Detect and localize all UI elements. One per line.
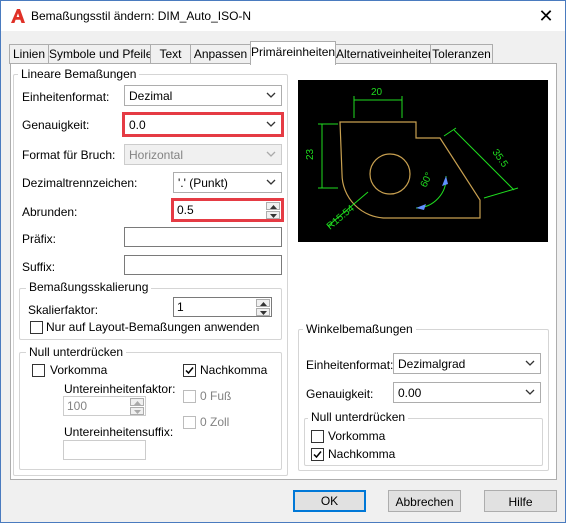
spin-down-button[interactable] [256, 308, 270, 316]
round-off-spinner[interactable] [266, 202, 280, 219]
layout-only-checkbox[interactable] [30, 321, 43, 334]
autocad-logo-icon [11, 9, 25, 23]
round-off-label: Abrunden: [22, 205, 78, 219]
checkmark-icon [185, 367, 194, 375]
arrow-up-icon [134, 401, 141, 405]
prefix-input[interactable] [124, 227, 282, 247]
scale-factor-spinner[interactable] [256, 299, 270, 316]
suffix-label: Suffix: [22, 260, 56, 274]
arrow-down-icon [260, 311, 267, 315]
chevron-down-icon [266, 121, 276, 127]
preview-dim-20: 20 [371, 87, 383, 98]
preview-dim-35-5: 35.5 [490, 147, 510, 170]
suffix-input[interactable] [124, 255, 282, 275]
preview-arrow-icon [442, 176, 448, 186]
zero-suppression-title: Null unterdrücken [26, 345, 127, 359]
spin-down-button[interactable] [130, 407, 144, 415]
help-button[interactable]: Hilfe [484, 490, 557, 512]
chevron-down-icon [266, 151, 276, 157]
preview-pane: 20 23 35.5 60° R15.54 [298, 80, 548, 242]
arrow-up-icon [260, 302, 267, 306]
chevron-down-icon [266, 179, 276, 185]
sub-unit-factor-label: Untereinheitenfaktor: [64, 382, 176, 396]
unit-format-select[interactable]: Dezimal [124, 85, 282, 106]
angular-dimensions-title: Winkelbemaßungen [303, 322, 416, 336]
preview-geometry [339, 121, 481, 219]
unit-format-label: Einheitenformat: [22, 90, 110, 104]
arrow-down-icon [134, 410, 141, 414]
chevron-down-icon [266, 92, 276, 98]
close-button[interactable]: ✕ [535, 5, 557, 27]
angular-precision-label: Genauigkeit: [306, 387, 374, 401]
sub-unit-suffix-input[interactable] [63, 440, 146, 460]
angular-leading-zero-checkbox[interactable] [311, 430, 324, 443]
ok-button[interactable]: OK [293, 490, 366, 512]
angular-unit-format-label: Einheitenformat: [306, 358, 394, 372]
inches-label: 0 Zoll [200, 415, 230, 429]
angular-trailing-zero-label: Nachkomma [328, 447, 396, 461]
leading-zero-checkbox[interactable] [32, 364, 45, 377]
angular-zero-suppression-title: Null unterdrücken [308, 410, 409, 424]
preview-dim-radius: R15.54 [325, 203, 357, 232]
precision-select[interactable]: 0.0 [122, 112, 284, 137]
spin-up-button[interactable] [130, 398, 144, 406]
chevron-down-icon [525, 389, 535, 395]
title-bar: Bemaßungsstil ändern: DIM_Auto_ISO-N ✕ [1, 1, 565, 31]
inches-checkbox[interactable] [183, 416, 196, 429]
prefix-label: Präfix: [22, 232, 57, 246]
spin-up-button[interactable] [266, 202, 280, 210]
chevron-down-icon [525, 360, 535, 366]
angular-leading-zero-label: Vorkomma [328, 429, 386, 443]
tab-panel-primaereinheiten: Lineare Bemaßungen Einheitenformat: Dezi… [10, 63, 557, 480]
spin-up-button[interactable] [256, 299, 270, 307]
preview-arrow-icon [416, 204, 426, 210]
arrow-up-icon [270, 205, 277, 209]
cancel-button[interactable]: Abbrechen [388, 490, 461, 512]
tab-linien[interactable]: Linien [9, 44, 49, 64]
round-off-input[interactable]: 0.5 [171, 198, 284, 222]
tab-anpassen[interactable]: Anpassen [190, 44, 251, 64]
preview-dim-23: 23 [305, 148, 316, 160]
linear-dimensions-title: Lineare Bemaßungen [18, 67, 140, 81]
tab-text[interactable]: Text [150, 44, 191, 64]
arrow-down-icon [270, 214, 277, 218]
sub-unit-factor-spinner[interactable] [130, 398, 144, 415]
scale-factor-input[interactable]: 1 [173, 297, 272, 317]
fraction-format-select[interactable]: Horizontal [124, 144, 282, 165]
feet-label: 0 Fuß [200, 389, 232, 403]
checkmark-icon [313, 451, 322, 459]
feet-checkbox[interactable] [183, 390, 196, 403]
preview-dim-60-deg: 60° [419, 171, 435, 189]
fraction-format-label: Format für Bruch: [22, 148, 116, 162]
decimal-separator-label: Dezimaltrennzeichen: [22, 176, 138, 190]
sub-unit-suffix-label: Untereinheitensuffix: [64, 425, 174, 439]
decimal-separator-select[interactable]: '.' (Punkt) [173, 172, 282, 193]
dimension-preview-drawing: 20 23 35.5 60° R15.54 [305, 87, 519, 232]
trailing-zero-label: Nachkomma [200, 363, 268, 377]
tab-toleranzen[interactable]: Toleranzen [430, 44, 493, 64]
trailing-zero-checkbox[interactable] [183, 364, 196, 377]
angular-trailing-zero-checkbox[interactable] [311, 448, 324, 461]
spin-down-button[interactable] [266, 211, 280, 219]
tab-symbole-und-pfeile[interactable]: Symbole und Pfeile [48, 44, 152, 64]
dimension-style-dialog: Bemaßungsstil ändern: DIM_Auto_ISO-N ✕ L… [0, 0, 566, 523]
window-title: Bemaßungsstil ändern: DIM_Auto_ISO-N [31, 9, 252, 23]
layout-only-label: Nur auf Layout-Bemaßungen anwenden [46, 320, 260, 334]
precision-label: Genauigkeit: [22, 118, 90, 132]
scale-factor-label: Skalierfaktor: [28, 303, 99, 317]
angular-unit-format-select[interactable]: Dezimalgrad [393, 353, 541, 374]
angular-precision-select[interactable]: 0.00 [393, 382, 541, 403]
tab-alternativeinheiten[interactable]: Alternativeinheiten [335, 44, 435, 64]
sub-unit-factor-input[interactable]: 100 [63, 396, 146, 416]
scale-title: Bemaßungsskalierung [26, 280, 152, 294]
close-icon: ✕ [538, 6, 554, 26]
tab-primaereinheiten[interactable]: Primäreinheiten [250, 41, 336, 65]
leading-zero-label: Vorkomma [50, 363, 108, 377]
